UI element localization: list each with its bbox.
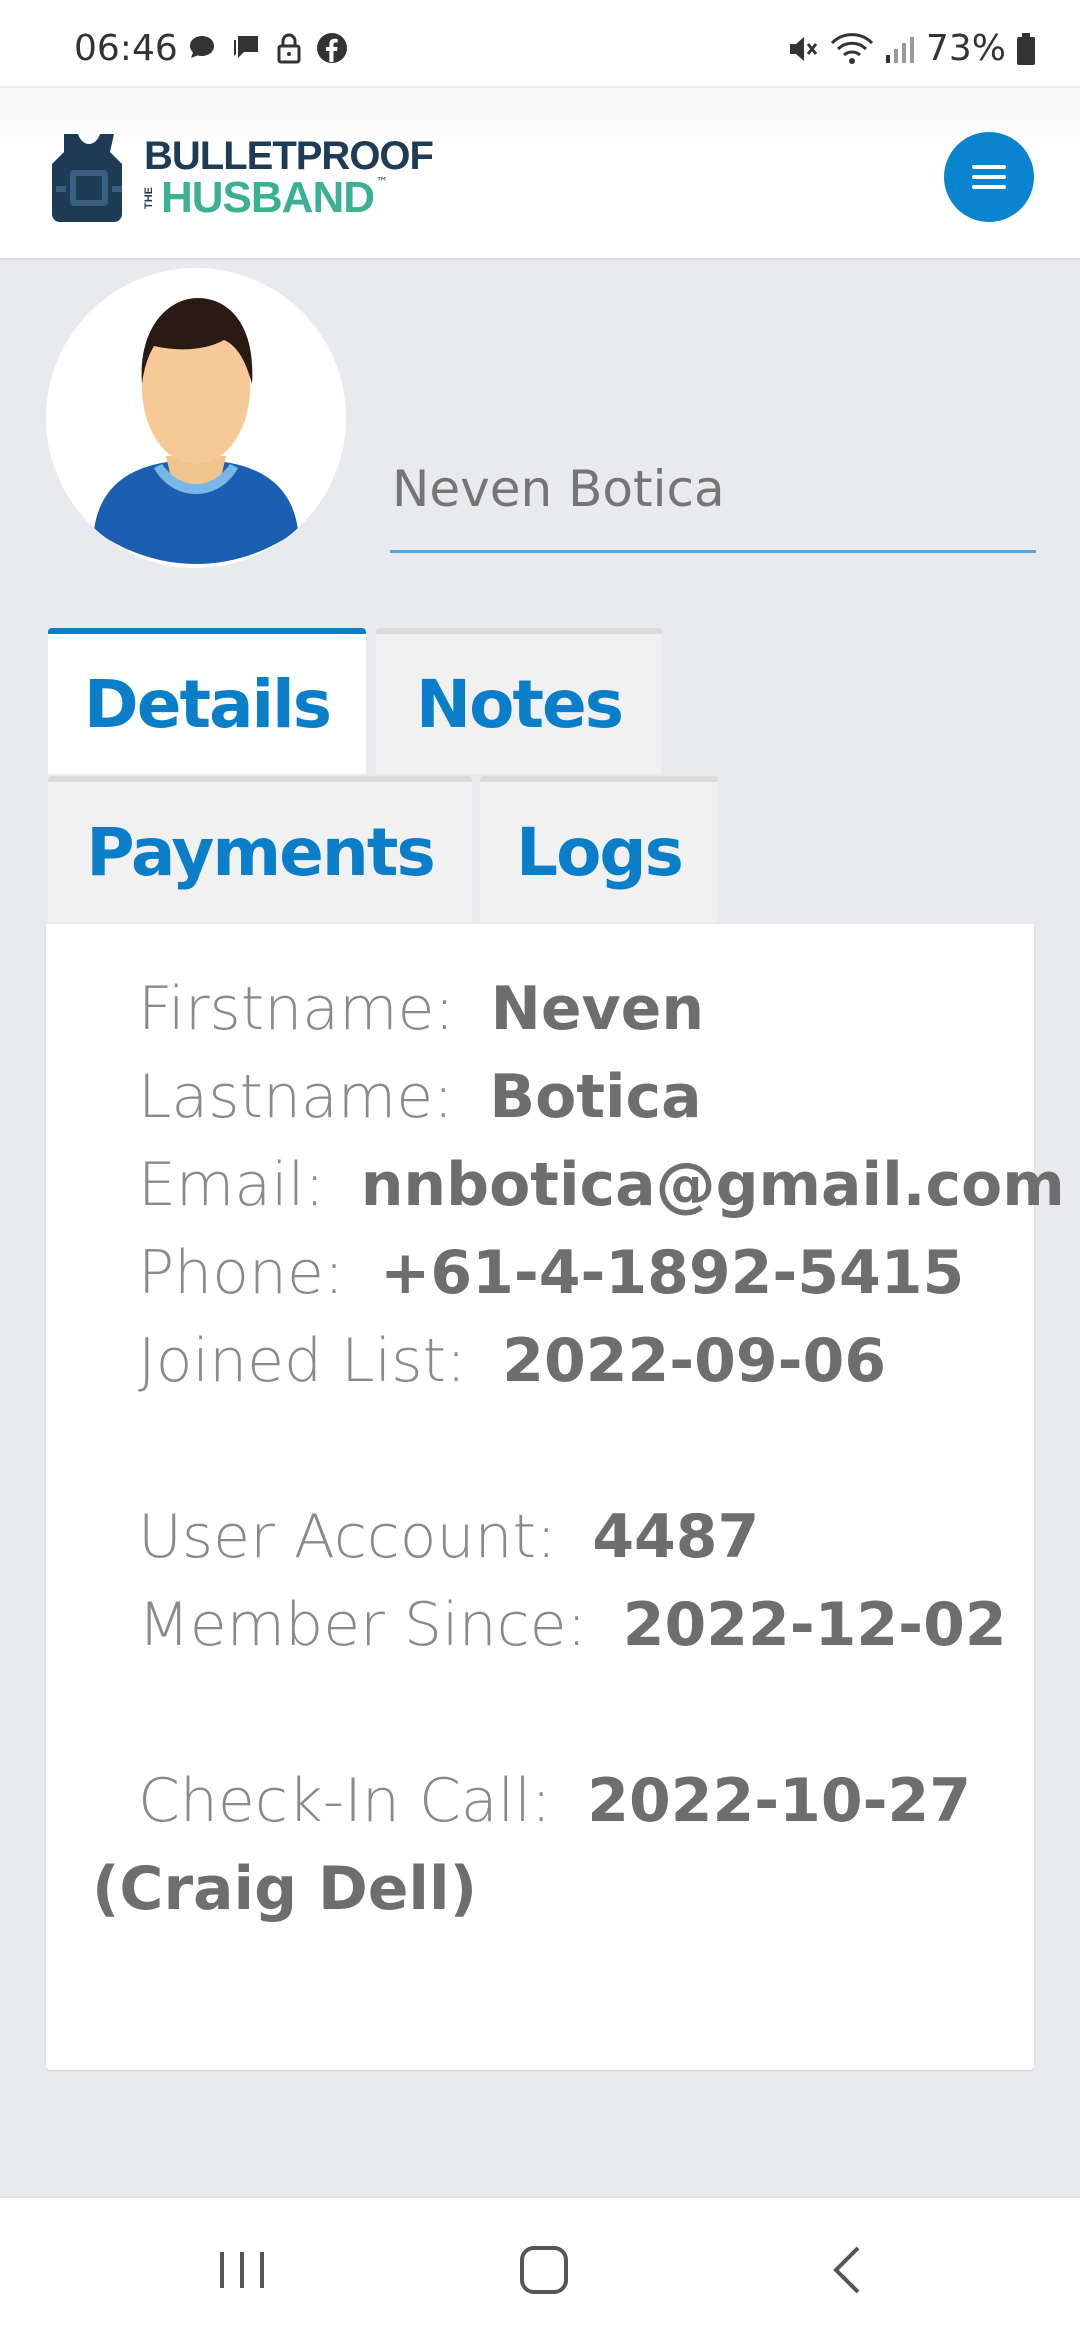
message-icon (234, 36, 258, 58)
joined-value: 2022-09-06 (502, 1326, 887, 1396)
detail-checkin-call: Check-In Call: 2022-10-27 (138, 1766, 971, 1836)
details-panel: Firstname: Neven Lastname: Botica Email: nn… (46, 924, 1065, 2070)
detail-user-account: User Account: 4487 (138, 1502, 759, 1572)
chat-bubble-icon (190, 36, 214, 58)
vest-icon (52, 134, 122, 222)
firstname-label: Firstname: (138, 974, 455, 1044)
brand-logo[interactable]: BULLETPROOF THE HUSBAND ™ (46, 130, 434, 226)
lastname-value: Botica (489, 1062, 702, 1132)
detail-lastname: Lastname: Botica (138, 1062, 702, 1132)
notification-icons (186, 32, 348, 64)
battery-icon (1017, 32, 1035, 65)
user-account-value: 4487 (592, 1502, 760, 1572)
logo-the: THE (143, 187, 155, 209)
member-since-label: Member Since: (138, 1590, 587, 1660)
phone-label: Phone: (138, 1238, 345, 1308)
facebook-icon (317, 33, 347, 63)
signal-icon (885, 36, 914, 63)
joined-label: Joined List: (138, 1326, 467, 1396)
lastname-label: Lastname: (138, 1062, 454, 1132)
status-right: 73% (786, 28, 1036, 69)
back-icon[interactable] (820, 2238, 876, 2302)
email-label: Email: (138, 1150, 325, 1220)
name-field[interactable]: Neven Botica (390, 452, 1036, 553)
avatar (46, 268, 346, 568)
mute-icon (789, 36, 818, 61)
user-account-label: User Account: (138, 1502, 557, 1572)
tab-details[interactable]: Details (48, 628, 366, 774)
lock-icon (277, 33, 301, 64)
phone-value: +61-4-1892-5415 (380, 1238, 965, 1308)
status-bar: 06:46 73% (0, 0, 1080, 87)
status-time: 06:46 (74, 28, 178, 69)
email-value: nnbotica@gmail.com (360, 1150, 1065, 1220)
app-header: BULLETPROOF THE HUSBAND ™ (0, 88, 1080, 260)
logo-trademark: ™ (376, 175, 388, 189)
user-avatar-icon (94, 298, 298, 564)
detail-phone: Phone: +61-4-1892-5415 (138, 1238, 964, 1308)
tab-payments[interactable]: Payments (48, 776, 472, 922)
detail-firstname: Firstname: Neven (138, 974, 704, 1044)
logo-line2: HUSBAND (161, 173, 375, 222)
profile-name: Neven Botica (392, 460, 725, 518)
checkin-value: 2022-10-27 (587, 1766, 972, 1836)
tab-notes[interactable]: Notes (376, 628, 662, 774)
menu-button[interactable] (944, 132, 1034, 222)
detail-member-since: Member Since: 2022-12-02 (138, 1590, 1007, 1660)
home-icon[interactable] (514, 2238, 574, 2302)
checkin-caller: (Craig Dell) (92, 1854, 477, 1924)
member-since-value: 2022-12-02 (622, 1590, 1007, 1660)
tab-logs[interactable]: Logs (480, 776, 718, 922)
battery-level: 73% (925, 28, 1006, 69)
detail-email: Email: nnbotica@gmail.com (138, 1150, 1065, 1220)
checkin-label: Check-In Call: (138, 1766, 552, 1836)
firstname-value: Neven (490, 974, 705, 1044)
detail-joined-list: Joined List: 2022-09-06 (138, 1326, 886, 1396)
hamburger-icon (972, 165, 1006, 189)
system-nav-bar (0, 2196, 1080, 2342)
wifi-icon (830, 32, 874, 64)
recents-icon[interactable] (214, 2238, 270, 2302)
logo-line1: BULLETPROOF (144, 134, 434, 178)
